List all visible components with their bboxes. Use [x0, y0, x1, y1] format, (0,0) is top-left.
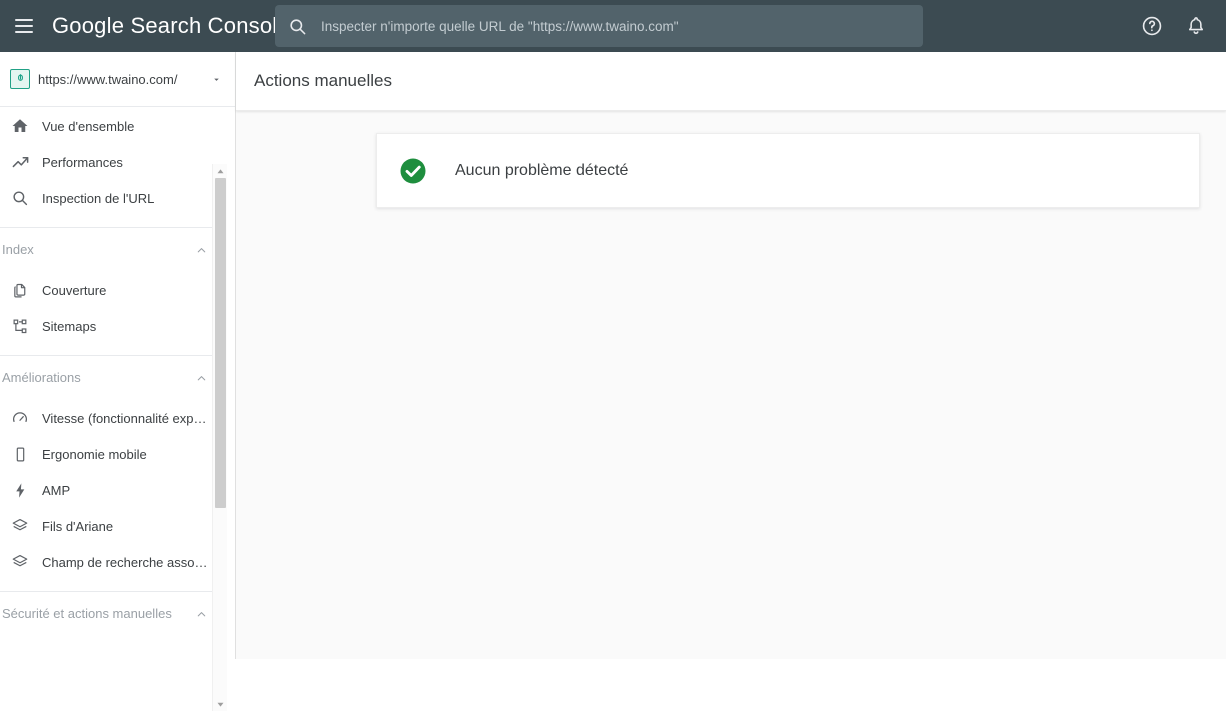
- sidebar-group-label: Index: [2, 242, 34, 257]
- sidebar-item-mobile-usability[interactable]: Ergonomie mobile: [0, 436, 213, 472]
- sidebar-scrollbar-thumb[interactable]: [215, 178, 226, 508]
- sitemap-icon: [8, 314, 32, 338]
- app-brand-title: Google Search Console: [52, 13, 290, 39]
- sidebar-group-enhancements[interactable]: Améliorations: [0, 366, 213, 400]
- lightning-bolt-icon: [8, 478, 32, 502]
- search-icon: [288, 17, 307, 36]
- sidebar-divider: [0, 355, 213, 356]
- mobile-device-icon: [8, 442, 32, 466]
- property-url-label: https://www.twaino.com/: [38, 71, 178, 87]
- sidebar-item-performance[interactable]: Performances: [0, 144, 213, 180]
- sidebar-item-label: Ergonomie mobile: [42, 446, 147, 462]
- sidebar-item-label: Fils d'Ariane: [42, 518, 114, 534]
- top-bar-actions: [1140, 0, 1220, 52]
- help-circle-icon[interactable]: [1140, 14, 1164, 38]
- sidebar-group-security-manual-actions[interactable]: Sécurité et actions manuelles: [0, 602, 213, 636]
- sidebar-item-label: AMP: [42, 482, 71, 498]
- page-title: Actions manuelles: [254, 71, 392, 90]
- sidebar-item-amp[interactable]: AMP: [0, 472, 213, 508]
- top-app-bar: Google Search Console: [0, 0, 1226, 52]
- sidebar-group-label: Améliorations: [2, 370, 81, 385]
- document-copy-icon: [8, 278, 32, 302]
- sidebar-item-label: Vitesse (fonctionnalité expé…: [42, 410, 208, 426]
- page-header: Actions manuelles: [236, 52, 1226, 111]
- hamburger-menu-icon[interactable]: [4, 0, 44, 52]
- url-inspection-search-box[interactable]: [275, 5, 923, 47]
- sidebar-item-speed[interactable]: Vitesse (fonctionnalité expé…: [0, 400, 213, 436]
- sidebar-item-url-inspection[interactable]: Inspection de l'URL: [0, 180, 213, 216]
- home-icon: [8, 114, 32, 138]
- sidebar-item-label: Champ de recherche associ…: [42, 554, 208, 570]
- sidebar-item-overview[interactable]: Vue d'ensemble: [0, 108, 213, 144]
- sidebar-item-label: Vue d'ensemble: [42, 118, 135, 134]
- property-selector[interactable]: https://www.twaino.com/: [0, 52, 235, 107]
- trending-up-icon: [8, 150, 32, 174]
- sidebar-item-label: Inspection de l'URL: [42, 190, 155, 206]
- site-property-icon: [10, 69, 30, 89]
- scroll-down-arrow-icon[interactable]: [213, 697, 228, 711]
- brand-product-word: Search Console: [130, 13, 290, 38]
- layers-icon: [8, 550, 32, 574]
- manual-actions-status-card: Aucun problème détecté: [376, 133, 1200, 208]
- sidebar: https://www.twaino.com/ Vue d'ensemble P…: [0, 52, 236, 711]
- sidebar-divider: [0, 227, 213, 228]
- chevron-up-icon[interactable]: [191, 240, 211, 260]
- sidebar-divider: [0, 591, 213, 592]
- speed-gauge-icon: [8, 406, 32, 430]
- sidebar-item-sitelinks-searchbox[interactable]: Champ de recherche associ…: [0, 544, 213, 580]
- chevron-down-icon[interactable]: [207, 70, 225, 88]
- layers-icon: [8, 514, 32, 538]
- sidebar-item-coverage[interactable]: Couverture: [0, 272, 213, 308]
- content-area: Aucun problème détecté: [236, 111, 1226, 208]
- status-text: Aucun problème détecté: [455, 161, 629, 179]
- search-input[interactable]: [321, 5, 923, 47]
- sidebar-item-sitemaps[interactable]: Sitemaps: [0, 308, 213, 344]
- sidebar-nav-scroll-area: Vue d'ensemble Performances Inspection d…: [0, 108, 236, 659]
- chevron-up-icon[interactable]: [191, 368, 211, 388]
- sidebar-item-label: Sitemaps: [42, 318, 97, 334]
- sidebar-group-index[interactable]: Index: [0, 238, 213, 272]
- sidebar-scrollbar[interactable]: [212, 164, 227, 711]
- sidebar-item-label: Performances: [42, 154, 123, 170]
- chevron-up-icon[interactable]: [191, 604, 211, 624]
- sidebar-item-breadcrumbs[interactable]: Fils d'Ariane: [0, 508, 213, 544]
- scroll-up-arrow-icon[interactable]: [213, 164, 228, 178]
- search-icon: [8, 186, 32, 210]
- check-circle-icon: [398, 156, 428, 186]
- sidebar-group-label: Sécurité et actions manuelles: [2, 606, 172, 621]
- main-content: Actions manuelles Aucun problème détecté: [236, 52, 1226, 659]
- sidebar-nav-list: Vue d'ensemble Performances Inspection d…: [0, 108, 213, 636]
- brand-google-word: Google: [52, 13, 125, 38]
- sidebar-item-label: Couverture: [42, 282, 107, 298]
- bell-icon[interactable]: [1184, 14, 1208, 38]
